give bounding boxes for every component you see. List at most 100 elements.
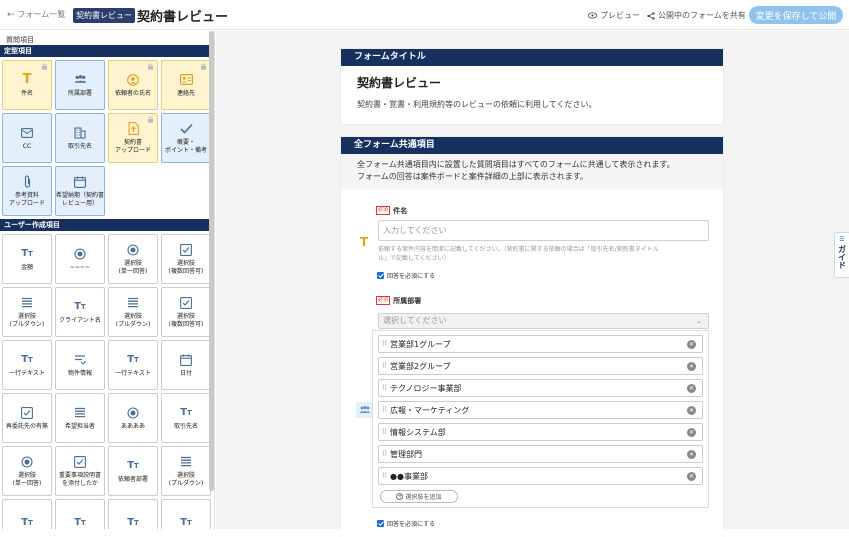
subject-input[interactable]: 入力してください bbox=[378, 220, 709, 241]
preview-button[interactable]: プレビュー bbox=[588, 10, 640, 21]
palette-item[interactable]: TT bbox=[2, 499, 52, 529]
sidebar: 質問項目 定型項目 T 件名 所属部署 依頼者の氏名 連絡先 CC 取引先名 契約書 アップロ… bbox=[0, 31, 215, 529]
drag-handle-icon[interactable]: ⠿ bbox=[379, 472, 390, 480]
palette-item[interactable]: 選択肢 (プルダウン) bbox=[161, 446, 211, 496]
checkbox-icon bbox=[72, 455, 88, 469]
palette-item[interactable]: 依頼者の氏名 bbox=[108, 60, 158, 110]
plus-circle-icon: + bbox=[396, 493, 404, 500]
text-tt-icon: TT bbox=[74, 301, 86, 312]
option-item[interactable]: ⠿ ●●事業部 ✕ bbox=[378, 467, 703, 485]
sidebar-scrollbar[interactable] bbox=[209, 31, 214, 491]
palette-item-label: 金額 bbox=[20, 263, 33, 271]
palette-item[interactable]: 希望担当者 bbox=[55, 393, 105, 443]
subject-help: 依頼する案件内容を簡潔に記載してください。（契約書に関する依頼の場合は「取引先名… bbox=[378, 246, 659, 262]
palette-item[interactable]: CC bbox=[2, 113, 52, 163]
option-item[interactable]: ⠿ 営業部2グループ ✕ bbox=[378, 357, 703, 375]
checkbox-icon bbox=[178, 296, 194, 310]
remove-option-icon[interactable]: ✕ bbox=[687, 362, 696, 371]
palette-item[interactable]: 日付 bbox=[161, 340, 211, 390]
remove-option-icon[interactable]: ✕ bbox=[687, 406, 696, 415]
palette-item[interactable]: ああああ bbox=[108, 393, 158, 443]
palette-item[interactable]: 重要事項説明書 を添付したか bbox=[55, 446, 105, 496]
guide-icon: ☰ bbox=[839, 236, 845, 243]
drag-handle-icon[interactable]: ⠿ bbox=[379, 428, 390, 436]
check-icon bbox=[178, 122, 194, 136]
share-button[interactable]: 公開中のフォームを共有 bbox=[647, 10, 746, 21]
drag-handle-icon[interactable]: ⠿ bbox=[379, 406, 390, 414]
checkbox-checked-icon bbox=[377, 520, 384, 527]
text-tt-icon: TT bbox=[127, 517, 139, 528]
chevron-down-icon: ⌄ bbox=[696, 317, 702, 325]
back-link[interactable]: ← フォーム一覧 bbox=[7, 9, 65, 20]
lock-icon bbox=[201, 63, 206, 70]
remove-option-icon[interactable]: ✕ bbox=[687, 428, 696, 437]
remove-option-icon[interactable]: ✕ bbox=[687, 472, 696, 481]
palette-item[interactable]: 物件情報 bbox=[55, 340, 105, 390]
palette-item[interactable]: TT bbox=[161, 499, 211, 529]
calendar-icon bbox=[178, 353, 194, 367]
palette-item[interactable]: 概要・ ポイント・備考 bbox=[161, 113, 211, 163]
palette-item[interactable]: 選択肢 (複数回答可) bbox=[161, 287, 211, 337]
form-description[interactable]: 契約書・覚書・利用規約等のレビューの依頼に利用してください。 bbox=[341, 93, 723, 110]
option-label: 管理部門 bbox=[390, 449, 422, 459]
subject-required-checkbox[interactable]: 回答を必須にする bbox=[377, 271, 435, 280]
remove-option-icon[interactable]: ✕ bbox=[687, 384, 696, 393]
palette-item[interactable]: 再委託先の有無 bbox=[2, 393, 52, 443]
palette-item[interactable]: 所属部署 bbox=[55, 60, 105, 110]
remove-option-icon[interactable]: ✕ bbox=[687, 450, 696, 459]
palette-item-label: 件名 bbox=[20, 89, 33, 97]
text-tt-icon: TT bbox=[180, 407, 192, 418]
palette-item[interactable]: 選択肢 (複数回答可) bbox=[161, 234, 211, 284]
palette-item[interactable]: TT bbox=[55, 499, 105, 529]
option-item[interactable]: ⠿ 営業部1グループ ✕ bbox=[378, 335, 703, 353]
palette-item-label: 依頼者の氏名 bbox=[114, 89, 151, 97]
option-item[interactable]: ⠿ 広報・マーケティング ✕ bbox=[378, 401, 703, 419]
save-publish-button[interactable]: 変更を保存して公開 bbox=[749, 6, 843, 24]
option-item[interactable]: ⠿ テクノロジー事業部 ✕ bbox=[378, 379, 703, 397]
palette-item-label: 選択肢 (複数回答可) bbox=[168, 259, 204, 275]
palette-item[interactable]: TT 依頼者部署 bbox=[108, 446, 158, 496]
palette-item-label: ああああ bbox=[120, 422, 145, 430]
drag-handle-icon[interactable]: ⠿ bbox=[379, 384, 390, 392]
add-option-button[interactable]: + 選択肢を追加 bbox=[380, 490, 458, 503]
palette-item-label: CC bbox=[22, 142, 32, 150]
remove-option-icon[interactable]: ✕ bbox=[687, 340, 696, 349]
palette-item[interactable]: TT クライアント名 bbox=[55, 287, 105, 337]
palette-item[interactable]: ~~~~ bbox=[55, 234, 105, 284]
palette-item[interactable]: 希望納期（契約書 レビュー用） bbox=[55, 166, 105, 216]
department-required-checkbox[interactable]: 回答を必須にする bbox=[377, 519, 435, 528]
form-title-text[interactable]: 契約書レビュー bbox=[341, 66, 723, 93]
guide-tab[interactable]: ☰ ガイド bbox=[834, 232, 849, 278]
palette-item-label: 一行テキスト bbox=[115, 369, 151, 377]
option-item[interactable]: ⠿ 情報システム部 ✕ bbox=[378, 423, 703, 441]
drag-handle-icon[interactable]: ⠿ bbox=[379, 362, 390, 370]
paperclip-icon bbox=[19, 175, 35, 189]
palette-item[interactable]: T 件名 bbox=[2, 60, 52, 110]
palette-item[interactable]: TT 一行テキスト bbox=[108, 340, 158, 390]
palette-item-label: ~~~~ bbox=[69, 263, 91, 271]
palette-item[interactable]: 選択肢 (プルダウン) bbox=[2, 287, 52, 337]
text-t-icon: T bbox=[22, 72, 32, 87]
palette-item-label: 再委託先の有無 bbox=[5, 422, 48, 430]
common-fields-header: 全フォーム共通項目 bbox=[341, 137, 723, 154]
palette-item[interactable]: TT 取引先名 bbox=[161, 393, 211, 443]
text-tt-icon: TT bbox=[127, 460, 139, 471]
share-icon bbox=[647, 11, 655, 20]
palette-item[interactable]: 連絡先 bbox=[161, 60, 211, 110]
option-item[interactable]: ⠿ 管理部門 ✕ bbox=[378, 445, 703, 463]
palette-item[interactable]: 選択肢 (単一回答) bbox=[2, 446, 52, 496]
option-label: 営業部2グループ bbox=[390, 361, 451, 371]
drag-handle-icon[interactable]: ⠿ bbox=[379, 340, 390, 348]
page-title: 契約書レビュー bbox=[137, 10, 229, 25]
palette-item[interactable]: 参考資料 アップロード bbox=[2, 166, 52, 216]
palette-item[interactable]: TT 一行テキスト bbox=[2, 340, 52, 390]
palette-item[interactable]: 契約書 アップロード bbox=[108, 113, 158, 163]
palette-item[interactable]: TT 金額 bbox=[2, 234, 52, 284]
department-select[interactable]: 選択してください ⌄ bbox=[378, 313, 709, 329]
palette-item[interactable]: TT bbox=[108, 499, 158, 529]
palette-item[interactable]: 選択肢 (プルダウン) bbox=[108, 287, 158, 337]
palette-item[interactable]: 選択肢 (単一回答) bbox=[108, 234, 158, 284]
drag-handle-icon[interactable]: ⠿ bbox=[379, 450, 390, 458]
palette-item[interactable]: 取引先名 bbox=[55, 113, 105, 163]
palette-item-label: 契約書 アップロード bbox=[114, 138, 151, 154]
